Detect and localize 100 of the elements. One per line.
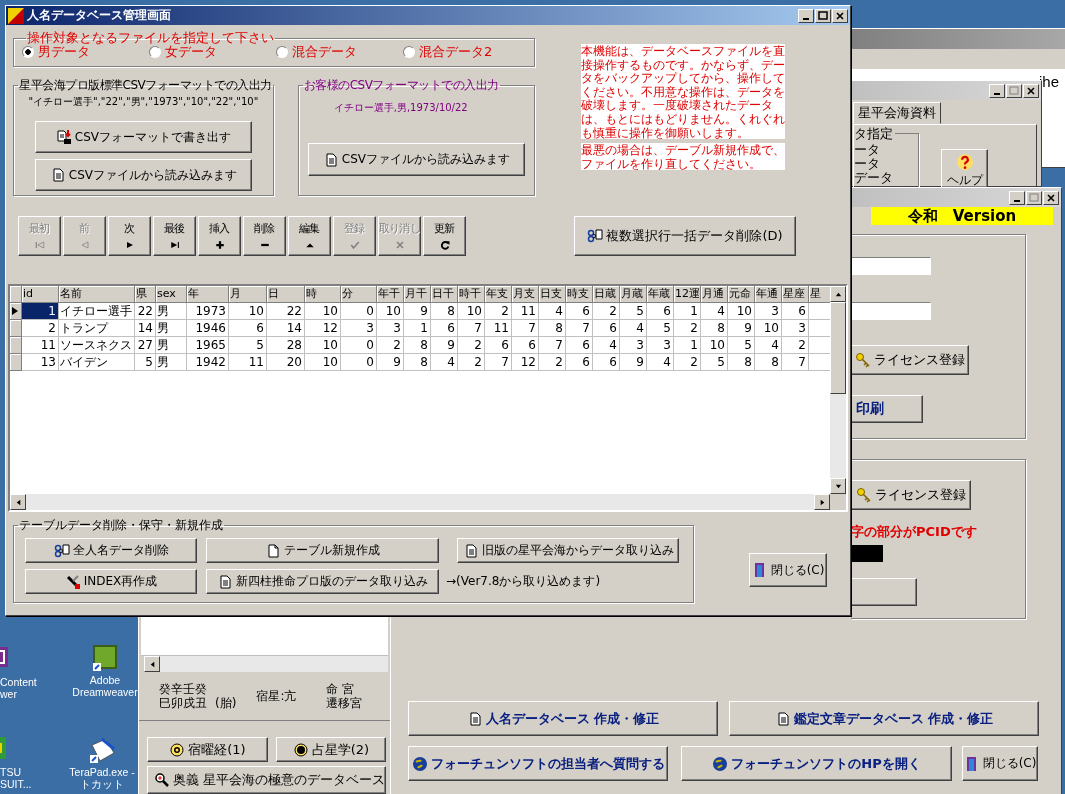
column-header[interactable]: 12運 [674,286,701,303]
scroll-down-button[interactable] [830,478,846,494]
column-header[interactable]: 月 [229,286,267,303]
maintenance-button[interactable]: INDEX再作成 [25,569,197,594]
menu-button[interactable]: フォーチュンソフトのHPを開く [681,746,952,781]
csv-button[interactable]: CSVファイルから読み込みます [307,143,525,176]
navigator-button[interactable]: 更新 [423,216,466,256]
column-header[interactable]: id [22,286,59,303]
table-cell: 10 [755,320,782,337]
column-header[interactable]: 年干 [377,286,404,303]
menu-button[interactable]: 占星学(2) [276,737,386,762]
table-cell: 4 [701,303,728,320]
bulk-delete-button[interactable]: 複数選択行一括データ削除(D) [574,216,796,256]
table-cell: 6 [512,337,539,354]
column-header[interactable]: 星座 [782,286,809,303]
close-button[interactable]: 閉じる(C) [749,553,827,587]
dot-icon [292,741,309,758]
menu-button[interactable]: 宿曜経(1) [147,737,268,762]
scroll-right-button[interactable] [814,494,830,510]
close-button[interactable] [832,8,848,23]
menu-button[interactable]: 人名データベース 作成・修正 [408,701,718,736]
table-cell: 10 [458,303,485,320]
column-header[interactable]: 日干 [431,286,458,303]
column-header[interactable]: 年支 [485,286,512,303]
column-header[interactable]: 月蔵 [620,286,647,303]
column-header[interactable]: sex [156,286,187,303]
app-icon[interactable] [88,735,116,763]
table-cell: 8 [755,354,782,371]
maintenance-button[interactable]: テーブル新規作成 [206,538,439,563]
navigator-button[interactable]: 最後 [153,216,196,256]
navigator-button[interactable]: 挿入 [198,216,241,256]
scroll-up-button[interactable] [830,286,846,302]
input-field[interactable] [851,302,931,320]
table-cell: 2 [674,354,701,371]
maintenance-button[interactable]: 新四柱推命プロ版のデータ取り込み [206,569,439,594]
warning-text: 最悪の場合は、デーブル新規作成で、ファイルを作り直してください。 [581,143,785,171]
column-header[interactable]: 月通 [701,286,728,303]
navigator-button[interactable]: 削除 [243,216,286,256]
vertical-scrollbar[interactable] [830,286,846,494]
print-button[interactable]: 印刷 [851,395,923,423]
column-header[interactable]: 県 [135,286,156,303]
column-header[interactable]: 分 [341,286,377,303]
csv-button[interactable]: CSVファイルから読み込みます [34,159,252,191]
column-header[interactable]: 星 [809,286,830,303]
option-label[interactable]: ータ [854,157,918,171]
maximize-button[interactable] [815,8,831,23]
minimize-button[interactable] [798,8,814,23]
minimize-button[interactable] [1009,190,1025,205]
horizontal-scrollbar[interactable] [10,494,846,510]
menu-button[interactable]: 閉じる(C) [962,746,1038,781]
scroll-thumb[interactable] [830,302,846,394]
table-cell: 3 [755,303,782,320]
menu-button[interactable]: 奥義 星平会海の極意のデータベース [147,766,386,794]
column-header[interactable]: 元命 [728,286,755,303]
maximize-button[interactable] [1006,83,1022,98]
close-icon [1026,85,1036,96]
table-cell: 6 [566,303,593,320]
sample-text: "イチロー選手","22","男","1973","10","22","10" [28,95,259,109]
column-header[interactable]: 年蔵 [647,286,674,303]
column-header[interactable]: 日 [267,286,305,303]
option-label[interactable]: ータ [854,143,918,157]
horizontal-scrollbar[interactable] [144,656,388,672]
tab[interactable]: 星平会海資料 [853,102,941,124]
scrollbar-corner [830,494,846,510]
close-button[interactable] [1023,83,1039,98]
navigator-button[interactable]: 次 [108,216,151,256]
palace-text: 命 宮 [326,682,356,696]
license-button[interactable]: ライセンス登録 [851,480,971,510]
column-header[interactable]: 月支 [512,286,539,303]
navigator-button[interactable]: 編集 [288,216,331,256]
input-field[interactable] [851,257,931,275]
column-header[interactable]: 月干 [404,286,431,303]
menu-button[interactable]: フォーチュンソフトの担当者へ質問する [408,746,668,781]
maximize-button[interactable] [1026,190,1042,205]
column-header[interactable]: 日支 [539,286,566,303]
menu-button[interactable]: 鑑定文章データベース 作成・修正 [729,701,1039,736]
column-header[interactable]: 時 [305,286,341,303]
maintenance-button[interactable]: 全人名データ削除 [25,538,197,563]
minimize-button[interactable] [989,83,1005,98]
column-header[interactable]: 年通 [755,286,782,303]
column-header[interactable]: 名前 [59,286,135,303]
scroll-left-button[interactable] [10,494,26,510]
shortcut-label: Content wer [0,676,37,700]
scroll-left-button[interactable] [144,656,160,672]
column-header[interactable]: 時干 [458,286,485,303]
table-cell: 6 [782,303,809,320]
column-header[interactable]: 時支 [566,286,593,303]
blank-button[interactable] [851,578,917,606]
help-button[interactable]: ヘルプ [941,149,988,188]
table-cell: 6 [593,354,620,371]
close-button[interactable] [1043,190,1059,205]
csv-button[interactable]: CSVフォーマットで書き出す [34,121,252,153]
license-button[interactable]: ライセンス登録 [851,345,969,375]
maintenance-button[interactable]: 旧版の星平会海からデータ取り込み [457,538,679,563]
app-icon[interactable] [91,643,119,671]
pointer-icon [10,306,20,316]
row-header[interactable] [10,303,22,320]
column-header[interactable]: 日蔵 [593,286,620,303]
option-label[interactable]: データ [854,171,918,185]
column-header[interactable]: 年 [187,286,229,303]
